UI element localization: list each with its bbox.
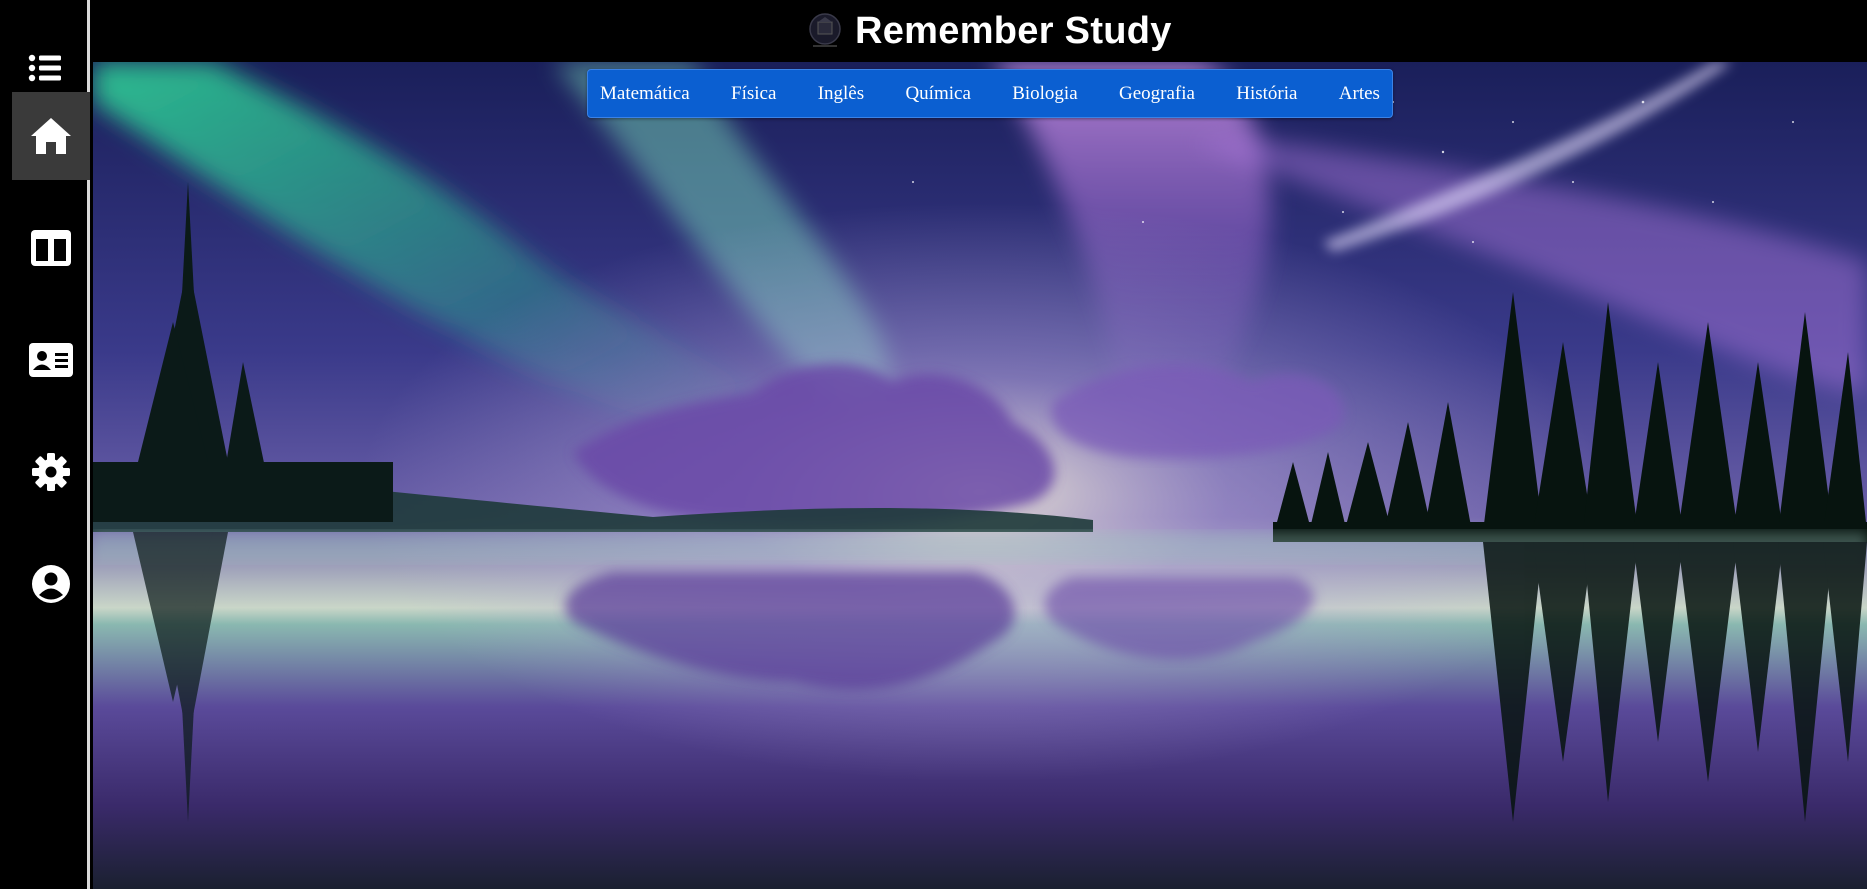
columns-icon [31,230,71,266]
subject-link-ingles[interactable]: Inglês [818,83,864,105]
logo [805,11,845,51]
subject-link-biologia[interactable]: Biologia [1012,83,1077,105]
subject-menu: Matemática Física Inglês Química Biologi… [587,69,1393,118]
subject-link-geografia[interactable]: Geografia [1119,83,1195,105]
sidebar-item-profile-card[interactable] [12,316,90,404]
subject-link-artes[interactable]: Artes [1339,83,1380,105]
subject-link-quimica[interactable]: Química [905,83,970,105]
page-title: Remember Study [855,9,1172,52]
background-image [93,62,1867,889]
sidebar-item-account[interactable] [12,540,90,628]
id-card-icon [29,343,73,377]
sidebar-item-home[interactable] [12,92,90,180]
sidebar-item-dashboard[interactable] [12,204,90,292]
gear-icon [31,452,71,492]
sidebar-item-settings[interactable] [12,428,90,516]
subject-link-historia[interactable]: História [1236,83,1297,105]
subject-link-fisica[interactable]: Física [731,83,776,105]
subject-link-matematica[interactable]: Matemática [600,83,690,105]
sidebar [0,0,90,889]
user-circle-icon [31,564,71,604]
brand[interactable]: Remember Study [805,5,1172,57]
home-icon [29,116,73,156]
header: Remember Study [90,0,1867,62]
list-icon[interactable] [28,52,64,84]
